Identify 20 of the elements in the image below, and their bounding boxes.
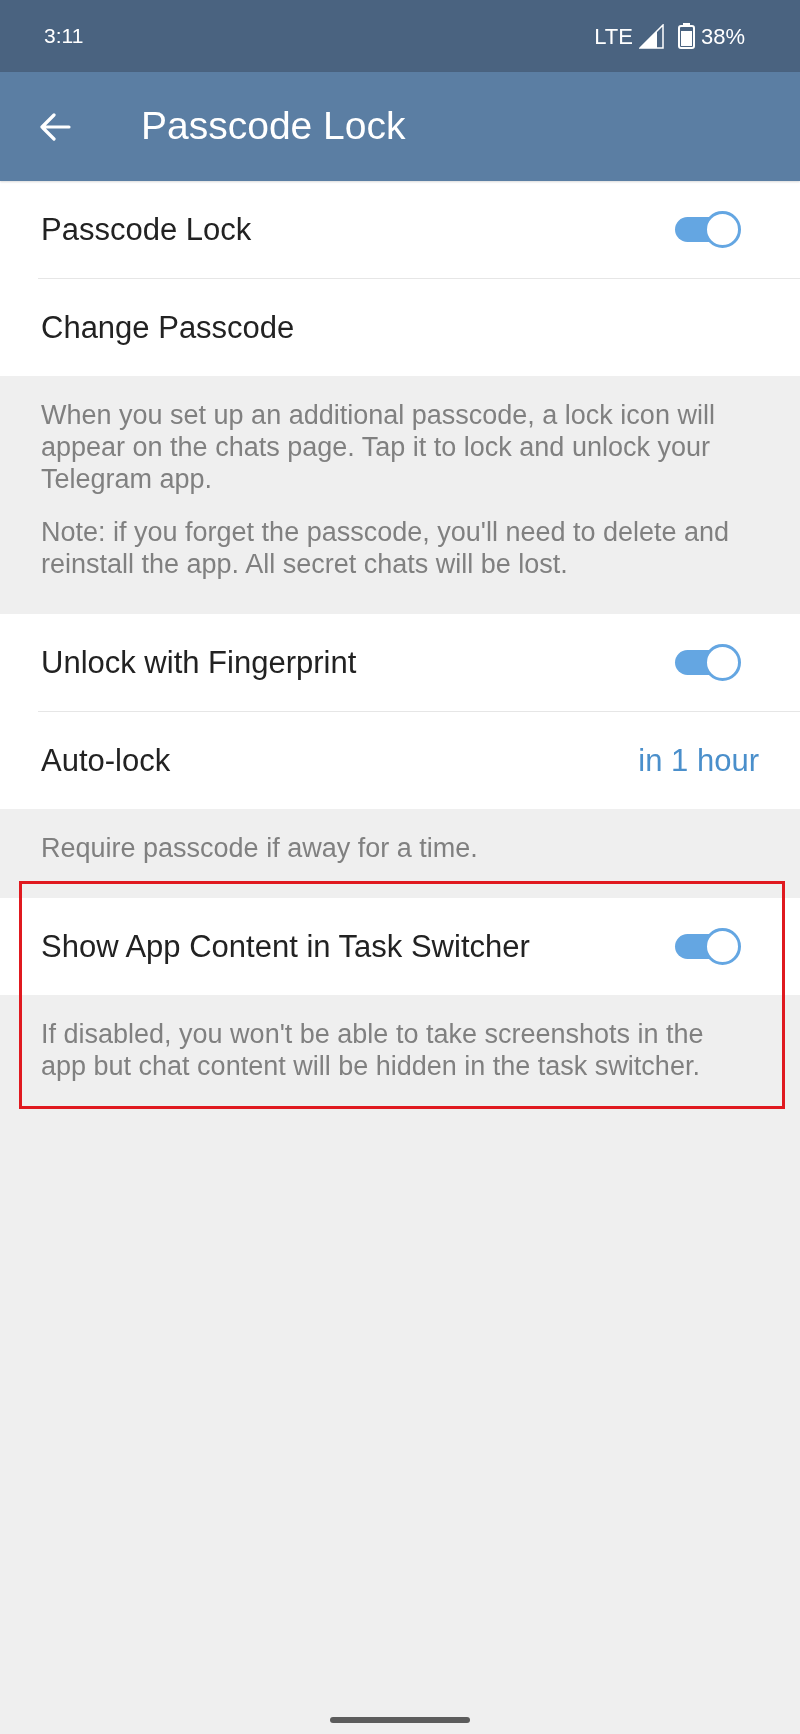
section-note: Note: if you forget the passcode, you'll need to delete and reinstall the app. All secret chats will be lost. (41, 516, 731, 580)
toggle-switch[interactable] (675, 644, 741, 681)
setting-label: Passcode Lock (41, 211, 252, 248)
signal-icon (638, 23, 664, 49)
battery-level: 38% (700, 22, 745, 51)
section-note: When you set up an additional passcode, a lock icon will appear on the chats page. Tap it to lock and unlock your Telegram app. (41, 399, 716, 495)
screen-title: Passcode Lock (141, 103, 406, 150)
toggle-switch[interactable] (675, 928, 741, 965)
battery-icon (677, 23, 695, 49)
network-type: LTE (594, 22, 633, 51)
setting-label[interactable]: Change Passcode (41, 309, 295, 346)
setting-label: Show App Content in Task Switcher (41, 928, 530, 965)
toggle-switch[interactable] (675, 211, 741, 248)
section-note: If disabled, you won't be able to take screenshots in the app but chat content will be hidden in the task switcher. (41, 1018, 705, 1082)
status-time: 3:11 (44, 23, 84, 50)
setting-label: Unlock with Fingerprint (41, 644, 357, 681)
setting-value: in 1 hour (638, 742, 759, 779)
setting-label[interactable]: Auto-lock (41, 742, 171, 779)
back-arrow-icon (39, 112, 71, 141)
section-note: Require passcode if away for a time. (41, 832, 479, 864)
